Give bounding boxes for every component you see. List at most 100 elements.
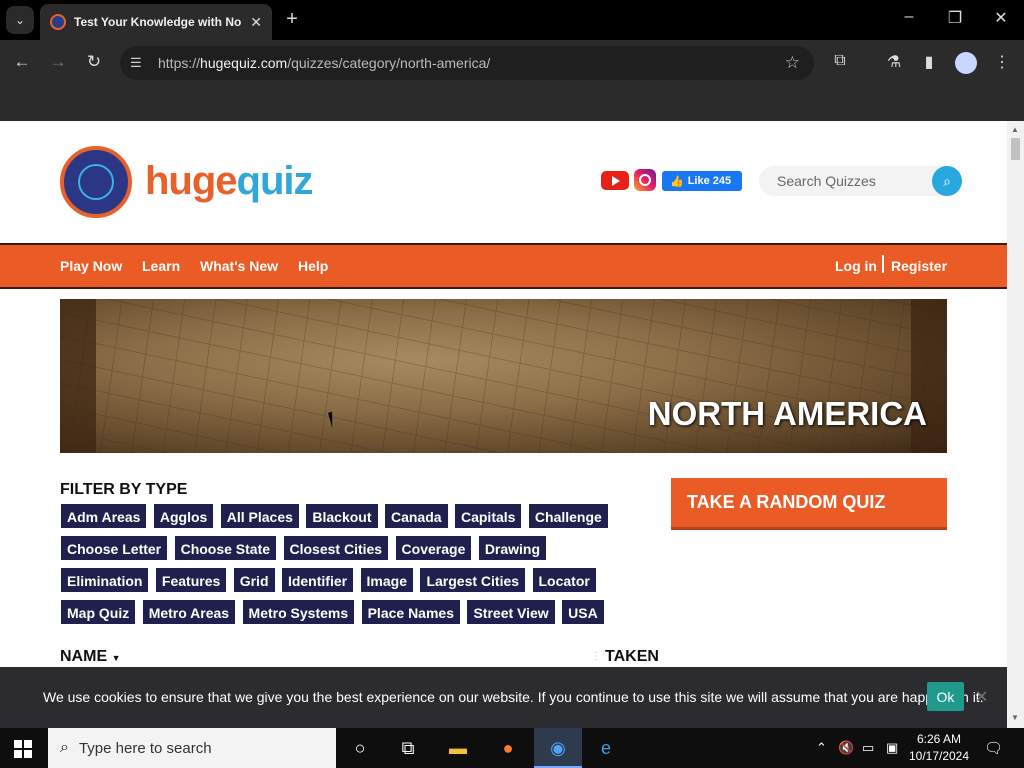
filter-tag[interactable]: Closest Cities <box>282 535 390 561</box>
taskbar-search-placeholder: Type here to search <box>78 739 212 757</box>
site-logo-icon[interactable] <box>60 146 132 218</box>
file-explorer-icon[interactable]: ▬ <box>446 736 470 760</box>
url-text[interactable]: https://hugequiz.com/quizzes/category/no… <box>158 55 490 71</box>
category-banner: NORTH AMERICA <box>60 299 947 453</box>
filter-tag[interactable]: Elimination <box>60 567 150 593</box>
labs-flask-icon[interactable]: ⚗ <box>882 52 906 72</box>
filter-tag[interactable]: Capitals <box>453 503 523 529</box>
new-tab-button[interactable]: + <box>282 8 302 31</box>
nav-help[interactable]: Help <box>298 258 328 274</box>
filter-tag[interactable]: Map Quiz <box>60 599 137 625</box>
browser-tabstrip: ⌄ Test Your Knowledge with North America… <box>0 0 1024 40</box>
filter-tag[interactable]: Blackout <box>305 503 379 529</box>
bookmark-star-icon[interactable]: ☆ <box>785 53 800 73</box>
sort-handle-icon[interactable]: ⋮ <box>591 651 601 662</box>
login-link[interactable]: Log in <box>835 258 877 274</box>
filter-tag[interactable]: Agglos <box>152 503 215 529</box>
volume-muted-icon[interactable]: 🔇 <box>838 740 854 756</box>
cookie-consent-bar: We use cookies to ensure that we give yo… <box>0 667 1007 728</box>
bookmark-bar <box>0 86 1024 121</box>
page-scrollbar[interactable]: ▲ ▼ <box>1007 121 1024 728</box>
filter-tag[interactable]: Locator <box>531 567 597 593</box>
forward-button[interactable]: → <box>46 52 70 72</box>
search-input[interactable] <box>777 173 927 189</box>
filter-tag[interactable]: Adm Areas <box>60 503 148 529</box>
browser-tab[interactable]: Test Your Knowledge with North America Q… <box>40 4 272 40</box>
clock-date: 10/17/2024 <box>908 749 970 763</box>
close-window-button[interactable]: ✕ <box>986 8 1016 28</box>
nav-play-now[interactable]: Play Now <box>60 258 122 274</box>
filter-tag[interactable]: Canada <box>383 503 449 529</box>
scroll-up-icon[interactable]: ▲ <box>1011 125 1019 134</box>
cookie-ok-button[interactable]: Ok <box>927 682 964 711</box>
browser-toolbar: ← → ↻ ☰ https://hugequiz.com/quizzes/cat… <box>0 40 1024 86</box>
filter-tag[interactable]: Street View <box>466 599 556 625</box>
filter-heading: FILTER BY TYPE <box>60 481 188 498</box>
side-panel-icon[interactable]: ▮ <box>917 52 941 72</box>
brain-icon <box>78 164 114 200</box>
system-clock[interactable]: 6:26 AM 10/17/2024 <box>904 731 974 765</box>
filter-tag[interactable]: USA <box>561 599 605 625</box>
clock-time: 6:26 AM <box>916 732 962 746</box>
address-bar[interactable]: ☰ https://hugequiz.com/quizzes/category/… <box>120 46 814 80</box>
filter-tag[interactable]: All Places <box>219 503 300 529</box>
nav-divider <box>882 255 884 273</box>
site-favicon-icon <box>50 14 66 30</box>
filter-tag[interactable]: Metro Systems <box>241 599 356 625</box>
scroll-down-icon[interactable]: ▼ <box>1011 713 1019 722</box>
menu-kebab-icon[interactable]: ⋮ <box>990 52 1014 72</box>
site-info-icon[interactable]: ☰ <box>130 55 154 71</box>
search-icon[interactable]: ⌕ <box>932 166 962 196</box>
tab-search-button[interactable]: ⌄ <box>6 6 34 34</box>
internet-explorer-icon[interactable]: e <box>594 736 618 760</box>
filter-tag[interactable]: Identifier <box>280 567 355 593</box>
column-header-taken[interactable]: TAKEN <box>605 648 659 666</box>
nav-whats-new[interactable]: What's New <box>200 258 278 274</box>
page-viewport: hugequiz 👍Like 245 ⌕ Play Now Learn What… <box>0 121 1007 728</box>
minimize-button[interactable]: – <box>894 8 924 26</box>
cortana-icon[interactable]: ○ <box>348 736 372 760</box>
task-view-icon[interactable]: ⧉ <box>396 736 420 760</box>
column-header-name[interactable]: NAME ▼ <box>60 648 120 666</box>
random-quiz-button[interactable]: TAKE A RANDOM QUIZ <box>671 478 947 530</box>
sort-down-icon: ▼ <box>111 653 121 663</box>
scrollbar-thumb[interactable] <box>1011 138 1020 160</box>
tab-title: Test Your Knowledge with North America Q… <box>74 15 242 29</box>
maximize-button[interactable]: ❐ <box>940 8 970 28</box>
facebook-like-button[interactable]: 👍 Like 245 <box>662 171 742 191</box>
extensions-icon[interactable]: ⧉ <box>828 52 852 70</box>
notifications-icon[interactable]: 🗨 <box>984 739 1003 757</box>
filter-tag[interactable]: Image <box>359 567 414 593</box>
nav-learn[interactable]: Learn <box>142 258 180 274</box>
cookie-close-icon[interactable]: ✕ <box>975 687 988 707</box>
quiz-search: ⌕ <box>759 166 962 196</box>
firefox-icon[interactable]: ● <box>496 736 520 760</box>
youtube-icon[interactable] <box>601 171 629 190</box>
filter-tag[interactable]: Place Names <box>360 599 461 625</box>
filter-tag[interactable]: Choose State <box>173 535 278 561</box>
filter-tag[interactable]: Features <box>154 567 228 593</box>
taskbar-search[interactable]: ⌕ Type here to search <box>48 728 336 768</box>
chrome-icon[interactable]: ◉ <box>546 736 570 760</box>
banner-edge-left <box>60 299 96 453</box>
back-button[interactable]: ← <box>10 52 34 72</box>
site-logo-text[interactable]: hugequiz <box>145 159 314 204</box>
profile-avatar-icon[interactable] <box>955 52 977 74</box>
filter-tag[interactable]: Metro Areas <box>141 599 237 625</box>
filter-tag[interactable]: Grid <box>232 567 276 593</box>
display-icon[interactable]: ▣ <box>886 740 898 756</box>
network-icon[interactable]: ▭ <box>862 740 874 756</box>
search-icon: ⌕ <box>60 739 69 756</box>
close-tab-icon[interactable]: ✕ <box>250 14 262 31</box>
filter-tag[interactable]: Drawing <box>477 535 548 561</box>
filter-tag[interactable]: Choose Letter <box>60 535 169 561</box>
main-navbar: Play Now Learn What's New Help Log in Re… <box>0 243 1007 289</box>
filter-tag[interactable]: Largest Cities <box>419 567 527 593</box>
tray-chevron-icon[interactable]: ⌃ <box>816 740 827 756</box>
filter-tag[interactable]: Challenge <box>527 503 609 529</box>
reload-button[interactable]: ↻ <box>82 52 106 72</box>
filter-tag[interactable]: Coverage <box>394 535 473 561</box>
register-link[interactable]: Register <box>891 258 947 274</box>
windows-start-icon[interactable] <box>14 740 32 758</box>
instagram-icon[interactable] <box>634 169 656 191</box>
